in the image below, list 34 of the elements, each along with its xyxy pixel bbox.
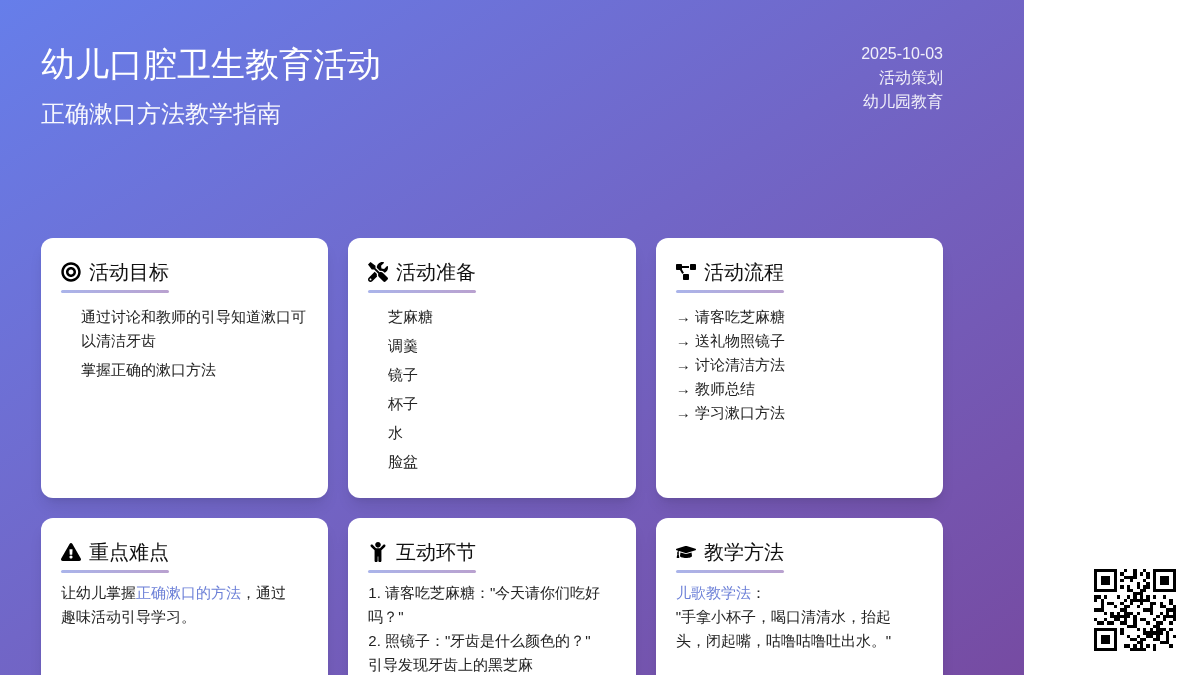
card-title: 互动环节 — [396, 540, 477, 565]
card-title: 教学方法 — [703, 540, 784, 565]
tools-icon — [368, 262, 389, 282]
step-item: → 讨论清洁方法 — [675, 355, 786, 375]
list-item: 脸盆 — [388, 452, 420, 472]
paragraph: "手拿小杯子，喝口清清水，抬起头，闭起嘴，咕噜咕噜吐出水。" — [675, 607, 892, 651]
list-item: 杯子 — [388, 394, 420, 414]
list-item: 水 — [388, 423, 405, 443]
step-item: → 请客吃芝麻糖 — [675, 307, 786, 327]
list-item: 通过讨论和教师的引导知道漱口可以清洁牙齿 — [81, 307, 307, 351]
card-title: 活动准备 — [396, 260, 477, 285]
list-item: 掌握正确的漱口方法 — [81, 360, 217, 380]
paragraph: 让幼儿掌握正确漱口的方法，通过趣味活动引导学习。 — [61, 583, 287, 627]
meta-text: 活动策划 — [879, 68, 943, 88]
step-item: → 送礼物照镜子 — [675, 331, 786, 351]
meta-text: 幼儿园教育 — [863, 92, 943, 112]
slide-subtitle: 正确漱口方法教学指南 — [41, 99, 282, 129]
card-title: 活动目标 — [89, 260, 169, 285]
slide-title: 幼儿口腔卫生教育活动 — [41, 44, 381, 85]
meta-text: 2025-10-03 — [861, 44, 943, 64]
card-title: 活动流程 — [703, 260, 784, 285]
step-item: → 教师总结 — [675, 379, 756, 399]
paragraph: 2. 照镜子："牙齿是什么颜色的？" — [368, 631, 592, 651]
target-icon — [61, 262, 81, 282]
list-item: 调羹 — [388, 336, 420, 356]
list-item: 镜子 — [388, 365, 420, 385]
paragraph: 引导发现牙齿上的黑芝麻 — [368, 655, 535, 675]
warning-icon — [61, 542, 81, 562]
paragraph: 儿歌教学法： — [675, 583, 767, 603]
step-item: → 学习漱口方法 — [675, 403, 786, 423]
list-item: 芝麻糖 — [388, 307, 435, 327]
paragraph: 1. 请客吃芝麻糖："今天请你们吃好吗？" — [368, 583, 602, 627]
card-title: 重点难点 — [89, 540, 169, 565]
diagram-icon — [675, 262, 696, 282]
